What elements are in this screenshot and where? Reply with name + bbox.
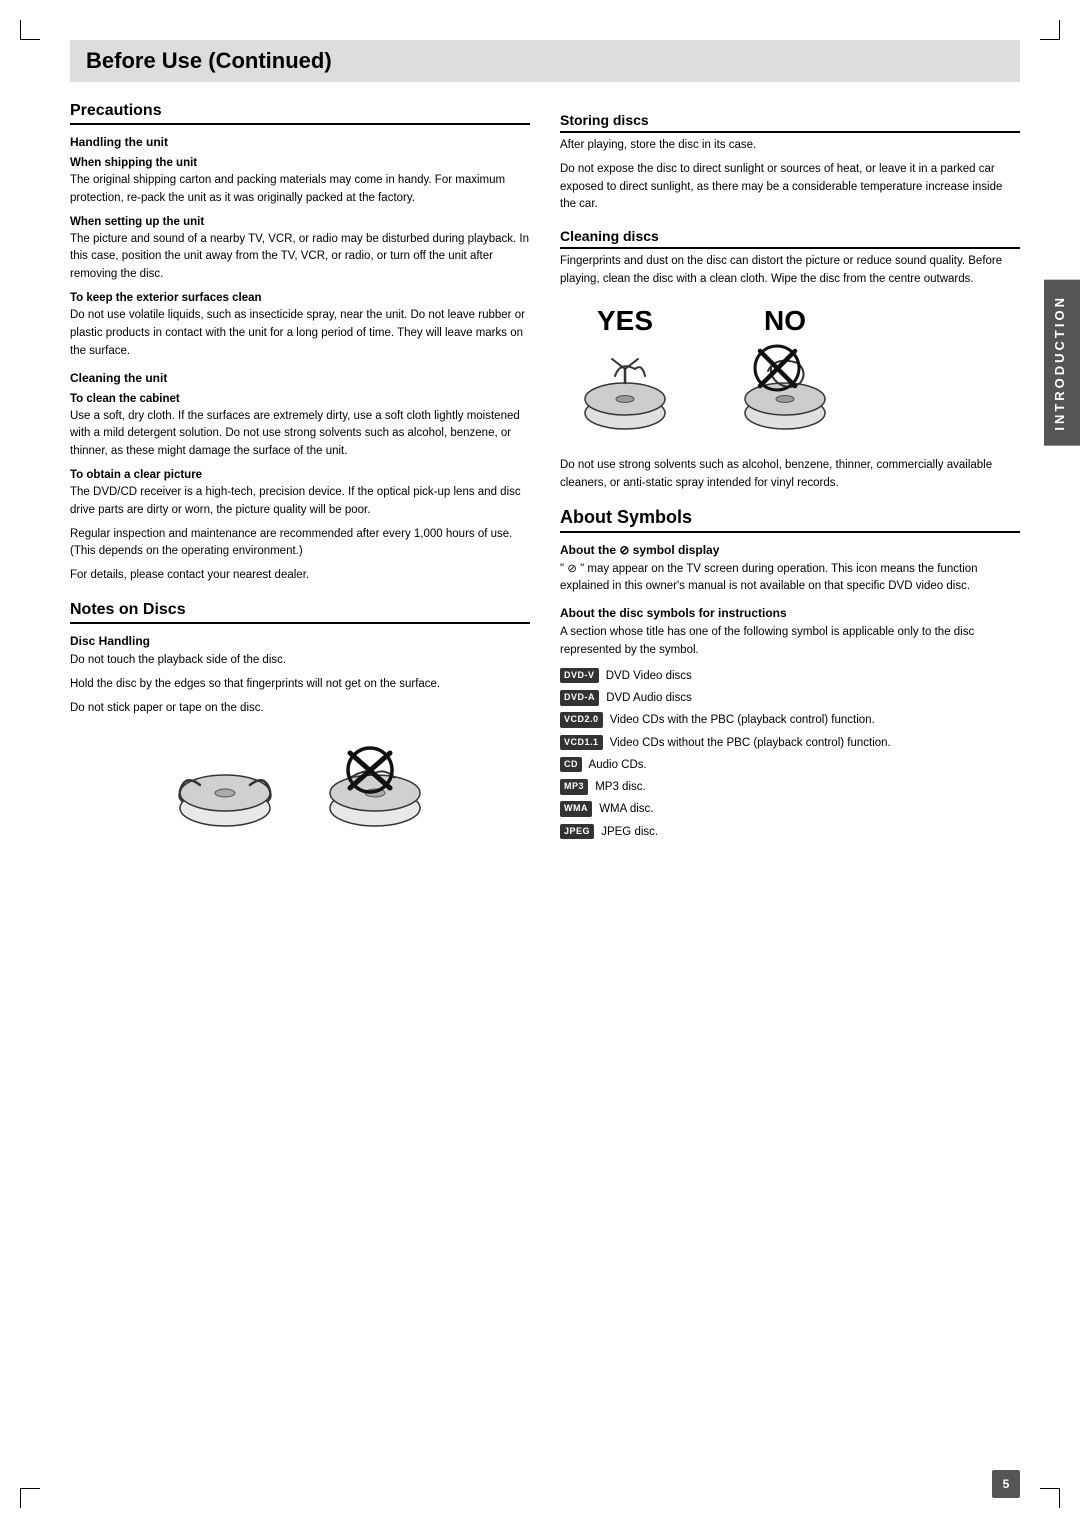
yes-no-disc-images: YES NO	[570, 305, 1020, 441]
disc-list-item: CD Audio CDs.	[560, 757, 1020, 774]
left-column: Precautions Handling the unit When shipp…	[70, 102, 530, 859]
page-title: Before Use (Continued)	[86, 48, 1004, 74]
disc-handling-line1: Do not touch the playback side of the di…	[70, 652, 530, 670]
precautions-heading: Precautions	[70, 102, 530, 125]
handling-unit-section: Handling the unit When shipping the unit…	[70, 135, 530, 361]
cleaning-unit-heading: Cleaning the unit	[70, 371, 530, 385]
yes-label: YES	[570, 305, 680, 337]
right-column: Storing discs After playing, store the d…	[560, 102, 1020, 859]
disc-badge: CD	[560, 757, 582, 773]
no-label: NO	[730, 305, 840, 337]
disc-badge: MP3	[560, 779, 588, 795]
disc-list-item: VCD2.0 Video CDs with the PBC (playback …	[560, 712, 1020, 729]
disc-badge: JPEG	[560, 824, 594, 840]
disc-list-item: WMA WMA disc.	[560, 801, 1020, 818]
exterior-clean-subheading: To keep the exterior surfaces clean	[70, 292, 530, 304]
about-symbols-heading: About Symbols	[560, 507, 1020, 533]
storing-discs-text2: Do not expose the disc to direct sunligh…	[560, 161, 1020, 214]
disc-list-item: MP3 MP3 disc.	[560, 779, 1020, 796]
cleaning-discs-heading: Cleaning discs	[560, 228, 1020, 249]
when-setting-up-subheading: When setting up the unit	[70, 216, 530, 228]
disc-badge: VCD1.1	[560, 735, 603, 751]
symbol-display-heading: About the ⊘ symbol display	[560, 543, 1020, 557]
disc-list-item: DVD-V DVD Video discs	[560, 668, 1020, 685]
disc-badge: DVD-V	[560, 668, 599, 684]
disc-symbols-section: About the disc symbols for instructions …	[560, 606, 1020, 841]
when-shipping-subheading: When shipping the unit	[70, 157, 530, 169]
notes-on-discs-section: Notes on Discs Disc Handling Do not touc…	[70, 601, 530, 843]
disc-list-item: JPEG JPEG disc.	[560, 824, 1020, 841]
disc-list-item: DVD-A DVD Audio discs	[560, 690, 1020, 707]
disc-symbols-heading: About the disc symbols for instructions	[560, 606, 1020, 620]
disc-correct-image	[170, 733, 280, 843]
clean-cabinet-text: Use a soft, dry cloth. If the surfaces a…	[70, 408, 530, 461]
clear-picture-text3: For details, please contact your nearest…	[70, 567, 530, 585]
storing-discs-text1: After playing, store the disc in its cas…	[560, 137, 1020, 155]
after-disc-text: Do not use strong solvents such as alcoh…	[560, 457, 1020, 493]
clean-cabinet-subheading: To clean the cabinet	[70, 393, 530, 405]
symbol-display-text: " ⊘ " may appear on the TV screen during…	[560, 561, 1020, 597]
about-symbols-section: About Symbols About the ⊘ symbol display…	[560, 507, 1020, 841]
disc-handling-heading: Disc Handling	[70, 634, 530, 648]
clear-picture-text1: The DVD/CD receiver is a high-tech, prec…	[70, 484, 530, 520]
clear-picture-text2: Regular inspection and maintenance are r…	[70, 526, 530, 562]
cleaning-discs-section: Cleaning discs Fingerprints and dust on …	[560, 228, 1020, 289]
disc-badge: WMA	[560, 801, 592, 817]
disc-list-item: VCD1.1 Video CDs without the PBC (playba…	[560, 735, 1020, 752]
page-title-bar: Before Use (Continued)	[70, 40, 1020, 82]
symbol-display-section: About the ⊘ symbol display " ⊘ " may app…	[560, 543, 1020, 597]
cleaning-discs-text: Fingerprints and dust on the disc can di…	[560, 253, 1020, 289]
handling-unit-heading: Handling the unit	[70, 135, 530, 149]
disc-handling-images	[70, 733, 530, 843]
notes-on-discs-heading: Notes on Discs	[70, 601, 530, 624]
storing-discs-section: Storing discs After playing, store the d…	[560, 112, 1020, 214]
disc-incorrect-image	[320, 733, 430, 843]
cleaning-unit-section: Cleaning the unit To clean the cabinet U…	[70, 371, 530, 586]
disc-badge: VCD2.0	[560, 712, 603, 728]
when-setting-up-text: The picture and sound of a nearby TV, VC…	[70, 231, 530, 284]
disc-list: DVD-V DVD Video discs DVD-A DVD Audio dis…	[560, 668, 1020, 841]
disc-handling-line3: Do not stick paper or tape on the disc.	[70, 700, 530, 718]
yes-disc-container: YES	[570, 305, 680, 441]
disc-handling-line2: Hold the disc by the edges so that finge…	[70, 676, 530, 694]
disc-symbols-intro: A section whose title has one of the fol…	[560, 624, 1020, 660]
exterior-clean-text: Do not use volatile liquids, such as ins…	[70, 307, 530, 360]
storing-discs-heading: Storing discs	[560, 112, 1020, 133]
clear-picture-subheading: To obtain a clear picture	[70, 469, 530, 481]
precautions-section: Precautions Handling the unit When shipp…	[70, 102, 530, 585]
disc-badge: DVD-A	[560, 690, 599, 706]
when-shipping-text: The original shipping carton and packing…	[70, 172, 530, 208]
no-disc-container: NO	[730, 305, 840, 441]
